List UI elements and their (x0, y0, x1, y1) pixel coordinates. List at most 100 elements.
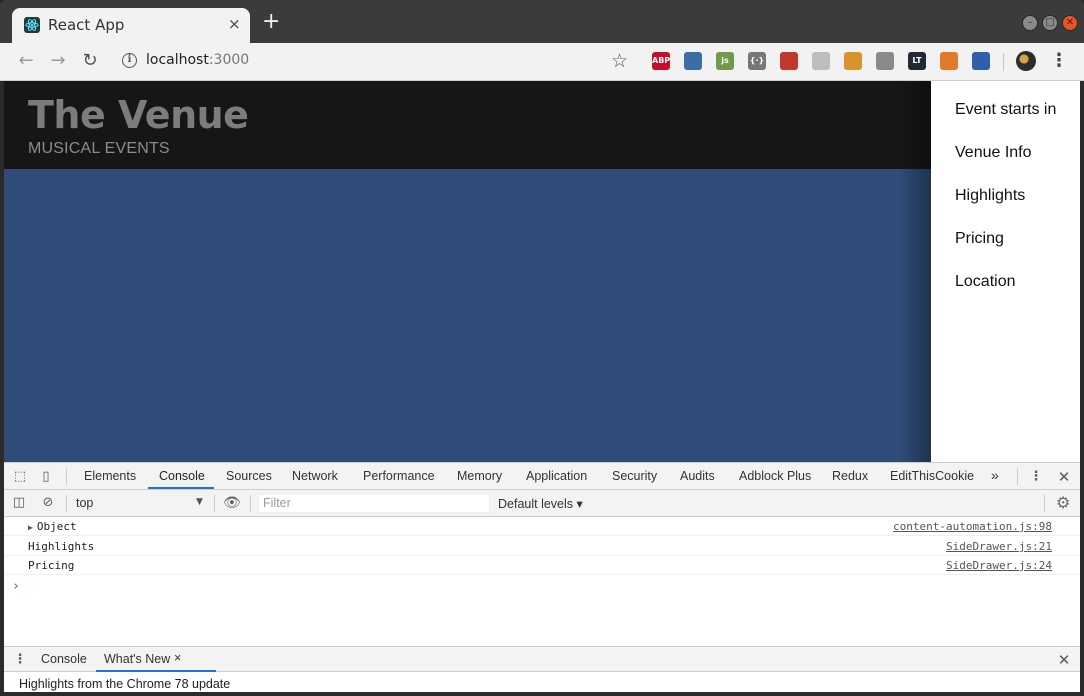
bookmark-star-icon[interactable]: ☆ (611, 50, 628, 72)
close-icon: ✕ (1065, 17, 1075, 28)
page-ruler-icon[interactable] (780, 52, 798, 70)
drawer-item-highlights[interactable]: Highlights (955, 187, 1025, 205)
tab-editthiscookie[interactable]: EditThisCookie (890, 469, 974, 483)
filter-input[interactable]: Filter (258, 494, 490, 513)
clear-console-icon[interactable]: ⊘ (40, 495, 56, 511)
tampermonkey-icon[interactable] (940, 52, 958, 70)
show-sidebar-icon[interactable]: ◫ (11, 495, 27, 511)
tab-title: React App (48, 16, 125, 34)
tab-security[interactable]: Security (612, 469, 657, 483)
log-source-link[interactable]: content-automation.js:98 (893, 520, 1052, 533)
reload-icon[interactable]: ↻ (80, 51, 100, 71)
drawer-shadow (900, 81, 931, 462)
console-toolbar: ◫ ⊘ top ▼ 👁 Filter Default levels ▾ ⚙ (4, 490, 1080, 517)
toolbar-divider (1003, 53, 1004, 71)
tab-audits[interactable]: Audits (680, 469, 715, 483)
consolebar-separator-2 (214, 495, 215, 512)
log-row[interactable]: ▶ Object content-automation.js:98 (4, 517, 1080, 536)
page-viewport: The Venue MUSICAL EVENTS Event starts in… (4, 81, 1080, 462)
log-row[interactable]: Highlights SideDrawer.js:21 (4, 537, 1080, 556)
browser-menu-icon[interactable]: ⋮ (1050, 51, 1068, 71)
log-levels-dropdown[interactable]: Default levels ▾ (498, 496, 583, 511)
drawer-item-pricing[interactable]: Pricing (955, 230, 1004, 248)
whats-new-heading: Highlights from the Chrome 78 update (19, 677, 231, 691)
save-icon[interactable] (972, 52, 990, 70)
drawer-item-location[interactable]: Location (955, 273, 1016, 291)
close-whats-new-icon[interactable]: × (174, 651, 181, 665)
tabbar-separator-right (1017, 468, 1018, 485)
site-info-icon[interactable]: i (122, 53, 137, 68)
tabbar-separator (66, 468, 67, 485)
context-select[interactable]: top (76, 496, 93, 510)
consolebar-separator (66, 495, 67, 512)
site-title: The Venue (28, 93, 249, 137)
browser-toolbar: ← → ↻ i localhost:3000 ☆ ABP js {·} LT ⋮ (0, 43, 1084, 81)
log-source-link[interactable]: SideDrawer.js:24 (946, 559, 1052, 572)
forward-arrow-icon[interactable]: → (48, 51, 68, 71)
minimize-button[interactable]: – (1022, 15, 1038, 31)
drawer-tab-console[interactable]: Console (41, 652, 87, 666)
maximize-button[interactable]: □ (1042, 15, 1058, 31)
device-toolbar-icon[interactable]: ▯ (38, 469, 54, 485)
tab-performance[interactable]: Performance (363, 469, 435, 483)
console-prompt[interactable]: › (12, 579, 20, 594)
profile-avatar[interactable] (1016, 51, 1036, 71)
active-tab-indicator (148, 487, 214, 489)
url-host: localhost (146, 52, 209, 68)
site-subtitle: MUSICAL EVENTS (28, 140, 170, 157)
browser-titlebar: React App × + – □ ✕ (0, 0, 1084, 43)
browser-tab[interactable]: React App × (12, 8, 250, 43)
adblock-plus-icon[interactable]: ABP (652, 52, 670, 70)
address-bar[interactable]: localhost:3000 (146, 52, 249, 68)
tab-sources[interactable]: Sources (226, 469, 272, 483)
tab-network[interactable]: Network (292, 469, 338, 483)
close-drawer-icon[interactable]: ✕ (1056, 652, 1072, 668)
lt-icon[interactable]: LT (908, 52, 926, 70)
drawer-item-venue-info[interactable]: Venue Info (955, 144, 1032, 162)
tab-adblock-plus[interactable]: Adblock Plus (739, 469, 811, 483)
log-row[interactable]: Pricing SideDrawer.js:24 (4, 556, 1080, 575)
timer-icon[interactable] (812, 52, 830, 70)
drawer-tab-whats-new[interactable]: What's New (104, 652, 170, 666)
cookie-icon[interactable] (844, 52, 862, 70)
drawer-item-event-starts-in[interactable]: Event starts in (955, 101, 1056, 119)
devtools-drawer-tabbar: ⋮ Console What's New × ✕ (4, 646, 1080, 672)
close-window-button[interactable]: ✕ (1062, 15, 1078, 31)
drawer-menu-icon[interactable]: ⋮ (12, 652, 28, 668)
more-tabs-icon[interactable]: » (991, 467, 999, 483)
consolebar-separator-4 (1044, 495, 1045, 512)
wappalyzer-icon[interactable] (876, 52, 894, 70)
log-message: ▶ Object (28, 520, 77, 533)
log-source-link[interactable]: SideDrawer.js:21 (946, 540, 1052, 553)
tab-elements[interactable]: Elements (84, 469, 136, 483)
expand-triangle-icon[interactable]: ▶ (28, 523, 33, 532)
side-drawer: Event starts in Venue Info Highlights Pr… (931, 81, 1080, 462)
log-message: Highlights (28, 540, 95, 553)
consolebar-separator-3 (250, 495, 251, 512)
maximize-icon: □ (1045, 17, 1055, 28)
close-devtools-icon[interactable]: ✕ (1056, 469, 1072, 485)
devtools-tabbar: ⬚ ▯ Elements Console Sources Network Per… (4, 463, 1080, 490)
log-message: Pricing (28, 559, 75, 572)
tab-console[interactable]: Console (159, 469, 205, 483)
js-toggle-icon[interactable]: js (716, 52, 734, 70)
minimize-icon: – (1027, 17, 1033, 28)
tab-close-icon[interactable]: × (228, 15, 241, 33)
new-tab-button[interactable]: + (262, 11, 280, 33)
drawer-active-tab-indicator (96, 670, 216, 672)
react-favicon-icon (24, 17, 40, 33)
inspect-element-icon[interactable]: ⬚ (12, 469, 28, 485)
devtools-menu-icon[interactable]: ⋮ (1028, 469, 1044, 485)
color-picker-icon[interactable] (684, 52, 702, 70)
console-output: ▶ Object content-automation.js:98 Highlig… (4, 517, 1080, 646)
tab-memory[interactable]: Memory (457, 469, 502, 483)
json-viewer-icon[interactable]: {·} (748, 52, 766, 70)
url-port: :3000 (208, 52, 250, 68)
back-arrow-icon[interactable]: ← (16, 51, 36, 71)
tab-redux[interactable]: Redux (832, 469, 868, 483)
console-settings-gear-icon[interactable]: ⚙ (1056, 494, 1070, 512)
context-dropdown-icon[interactable]: ▼ (196, 497, 203, 507)
tab-application[interactable]: Application (526, 469, 587, 483)
devtools-panel: ⬚ ▯ Elements Console Sources Network Per… (4, 462, 1080, 692)
live-expression-eye-icon[interactable]: 👁 (223, 495, 241, 511)
